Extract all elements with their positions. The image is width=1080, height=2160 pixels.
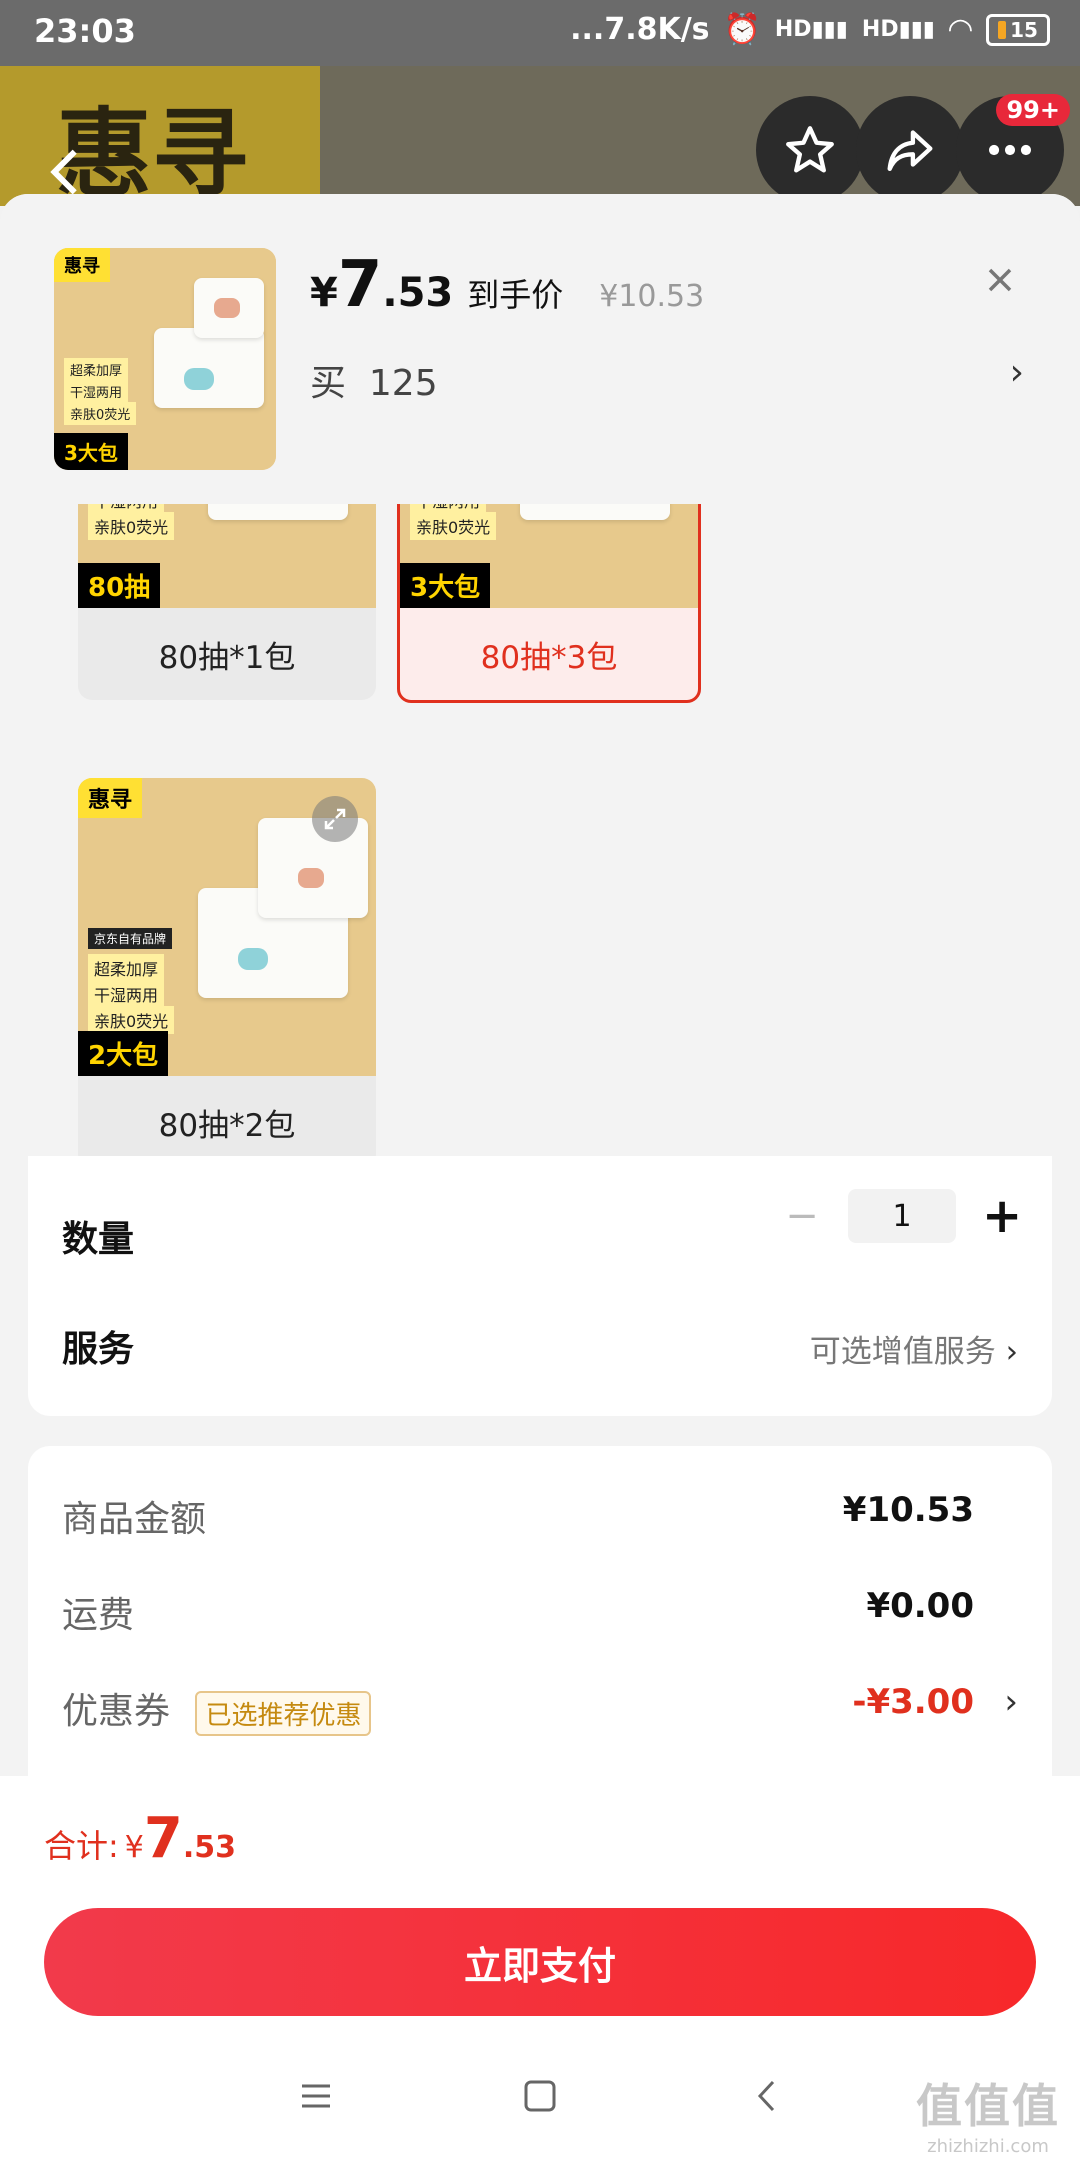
checkout-bar: 合计: ¥ 7 .53 立即支付 [0,1776,1080,2032]
final-price-label: 到手价 [467,276,564,314]
price-row: ¥ 7 .53 到手价 ¥10.53 [310,248,705,322]
notification-badge: 99+ [996,94,1070,126]
watermark: 值值值 zhizhizhi.com [916,2079,1060,2157]
alarm-icon: ⏰ [723,12,761,47]
network-speed: ...7.8K/s [570,12,710,47]
signal-icon-2: HD▮▮▮ [861,17,935,42]
increase-button[interactable]: + [982,1188,1022,1244]
share-button[interactable] [856,96,964,204]
coupon-value: -¥3.00 [852,1682,974,1722]
variant-image: 惠寻 京东自有品牌 超柔加厚 干湿两用 亲肤0荧光 2大包 [78,778,376,1076]
status-bar: 23:03 ...7.8K/s ⏰ HD▮▮▮ HD▮▮▮ ◠ 15 [0,0,1080,66]
page-header-backdrop: 惠寻 99+ [0,66,1080,210]
chevron-right-icon: › [1005,1334,1018,1370]
product-thumbnail[interactable]: 惠寻 超柔加厚 干湿两用 亲肤0荧光 3大包 [54,248,276,470]
wifi-icon: ◠ [948,12,972,47]
quantity-stepper[interactable]: − 1 + [782,1188,1022,1244]
variant-label: 80抽*2包 [158,1107,296,1144]
more-icon [988,144,1032,156]
menu-icon[interactable] [296,2076,336,2116]
star-icon [786,126,834,173]
chevron-right-icon: › [1004,1682,1018,1722]
chevron-right-icon[interactable]: › [1010,352,1024,393]
service-label: 服务 [62,1329,135,1370]
goods-amount-row: 商品金额 ¥10.53 [62,1490,974,1540]
sheet-header: 惠寻 超柔加厚 干湿两用 亲肤0荧光 3大包 ¥ 7 .53 到手价 ¥10.5… [0,194,1080,504]
status-time: 23:03 [34,12,136,50]
total-price: 合计: ¥ 7 .53 [44,1806,237,1871]
share-icon [887,130,933,172]
close-button[interactable] [970,250,1030,310]
favorite-button[interactable] [756,96,864,204]
battery-icon: 15 [986,13,1050,46]
variant-label: 80抽*3包 [480,639,618,676]
options-panel: 数量 − 1 + 服务 可选增值服务 › [28,1156,1052,1416]
pay-now-button[interactable]: 立即支付 [44,1908,1036,2016]
coupon-row[interactable]: 优惠券 已选推荐优惠 -¥3.00 › [62,1682,1018,1742]
quantity-input[interactable]: 1 [848,1189,956,1243]
decrease-button[interactable]: − [782,1193,822,1239]
price-summary: 商品金额 ¥10.53 运费 ¥0.00 优惠券 已选推荐优惠 -¥3.00 › [28,1446,1052,1806]
shipping-row: 运费 ¥0.00 [62,1586,974,1636]
service-selector[interactable]: 可选增值服务 › [810,1326,1018,1371]
buy-count-row[interactable]: 买 125 [310,354,438,406]
status-icons: ...7.8K/s ⏰ HD▮▮▮ HD▮▮▮ ◠ 15 [570,12,1050,47]
original-price: ¥10.53 [599,279,705,314]
coupon-tag: 已选推荐优惠 [195,1690,372,1736]
signal-icon-1: HD▮▮▮ [774,17,848,42]
home-icon[interactable] [520,2076,560,2116]
back-icon[interactable] [748,2076,788,2116]
back-arrow-icon [50,149,77,195]
expand-icon[interactable] [312,796,358,842]
quantity-label: 数量 [62,1219,135,1260]
variant-label: 80抽*1包 [158,639,296,676]
variant-option-3[interactable]: 惠寻 京东自有品牌 超柔加厚 干湿两用 亲肤0荧光 2大包 80抽*2包 [78,778,376,1168]
close-icon [988,268,1012,292]
